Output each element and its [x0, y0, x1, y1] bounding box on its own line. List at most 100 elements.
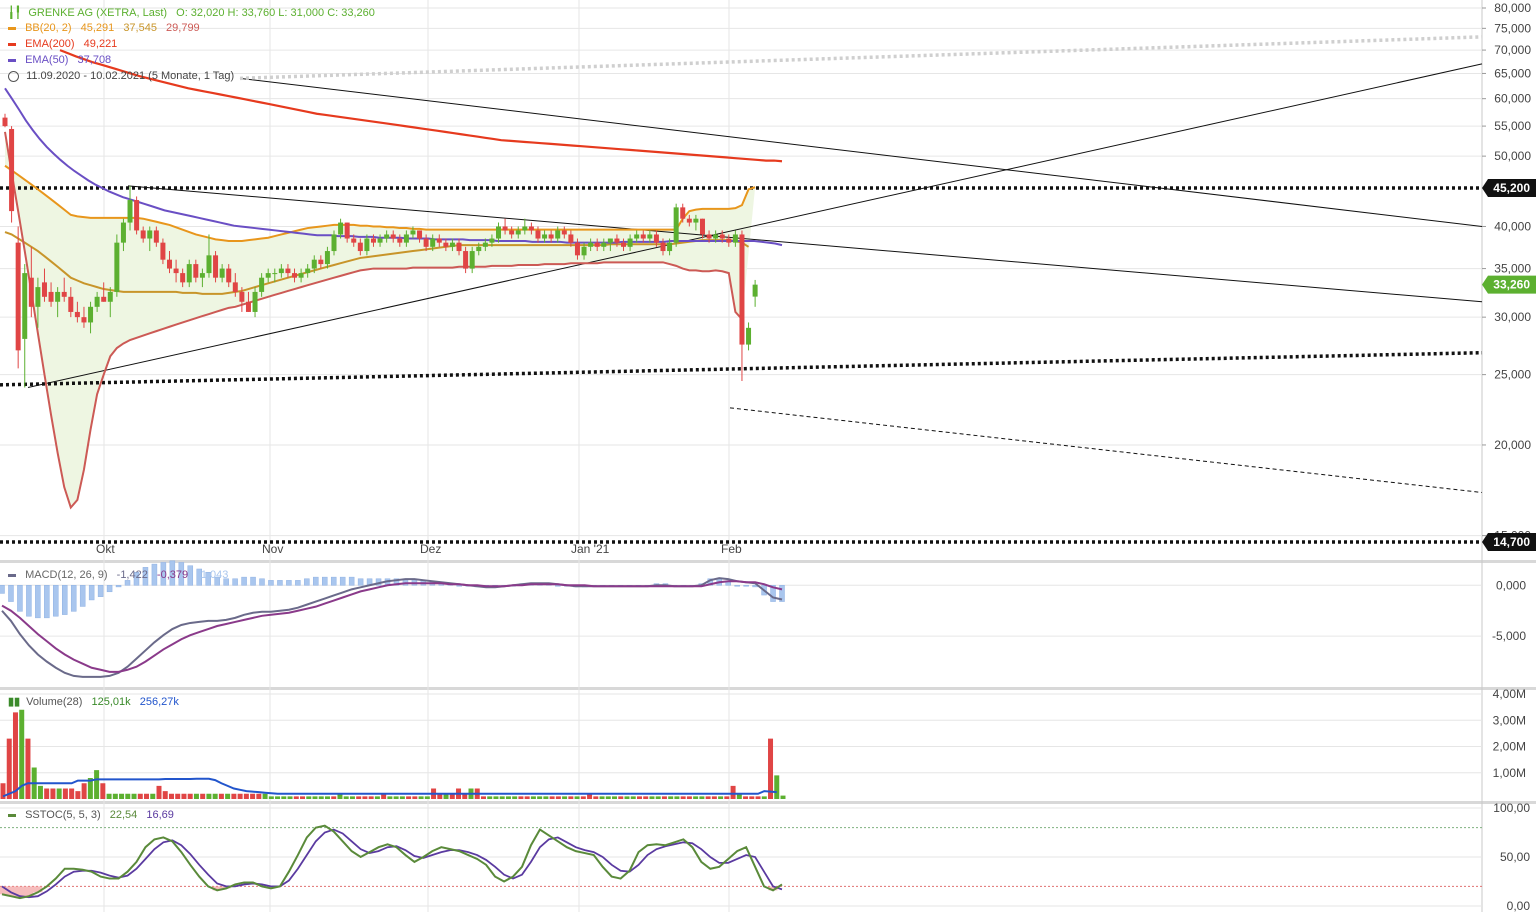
instrument-title: GRENKE AG (XETRA, Last)	[28, 7, 168, 19]
candle-body	[370, 238, 376, 243]
price-tick-label: 65,000	[1494, 66, 1531, 80]
volume-bar	[281, 796, 287, 799]
candle-body	[384, 234, 390, 239]
macd-value-3: -1,043	[197, 569, 229, 581]
panel-separator	[0, 560, 1536, 563]
chart-area[interactable]: Okt Nov Dez Jan '21 Feb 80,000 75,000 70,000 65,…	[0, 0, 1536, 913]
candle-body	[219, 268, 225, 278]
candle-body	[94, 296, 100, 307]
volume-bar	[12, 712, 18, 799]
candle-body	[357, 242, 363, 252]
macd-histogram-bar	[62, 585, 68, 615]
macd-tick-label: -5,000	[1492, 629, 1526, 643]
candle-body	[489, 238, 495, 243]
ema50-legend[interactable]: EMA(50) 37,708	[8, 54, 111, 66]
volume-bar	[674, 796, 680, 799]
price-tick-label: 25,000	[1494, 368, 1531, 382]
candle-body	[496, 226, 501, 239]
candle-body	[311, 259, 317, 269]
stoch-label: SSTOC(5, 5, 3)	[25, 809, 101, 821]
volume-bar	[505, 796, 511, 799]
candle-body	[74, 311, 80, 318]
volume-bar	[318, 796, 324, 799]
price-tick-label: 55,000	[1494, 119, 1531, 133]
candle-body	[634, 234, 640, 239]
candle-body	[430, 238, 436, 247]
volume-bar	[368, 796, 374, 799]
volume-bar	[324, 796, 330, 799]
candle-body	[574, 242, 580, 256]
macd-histogram-bar	[725, 581, 731, 586]
volume-bar	[306, 796, 312, 799]
candle-body	[752, 284, 758, 297]
volume-bar	[37, 785, 43, 799]
macd-legend[interactable]: MACD(12, 26, 9) -1,422 -0,379 -1,043	[8, 569, 228, 581]
volume-bar	[605, 796, 611, 799]
volume-bar	[187, 793, 193, 799]
macd-value-2: -0,379	[156, 569, 189, 581]
macd-histogram-bar	[259, 578, 265, 586]
candle-body	[410, 230, 416, 235]
volume-bar	[755, 796, 761, 799]
x-tick-label: Okt	[96, 542, 115, 556]
price-tick-label: 70,000	[1494, 43, 1531, 57]
macd-histogram-bar	[35, 585, 41, 619]
range-legend[interactable]: 11.09.2020 - 10.02.2021 (5 Monate, 1 Tag…	[8, 70, 234, 82]
ema200-legend[interactable]: EMA(200) 49,221	[8, 38, 117, 50]
volume-bar	[62, 788, 68, 799]
volume-bar	[250, 793, 256, 799]
candle-body	[199, 273, 205, 278]
candle-body	[338, 222, 344, 235]
candle-body	[285, 268, 291, 274]
stoch-legend[interactable]: SSTOC(5, 5, 3) 22,54 16,69	[8, 809, 174, 821]
macd-histogram-bar	[26, 585, 32, 617]
candle-body	[114, 242, 120, 292]
candle-body	[647, 234, 653, 239]
candle-body	[265, 273, 271, 278]
candle-body	[193, 264, 199, 278]
volume-bar	[530, 796, 536, 799]
volume-bar	[562, 796, 568, 799]
chart-svg[interactable]: Okt Nov Dez Jan '21 Feb 80,000 75,000 70,000 65,…	[0, 0, 1536, 913]
candle-body	[390, 234, 396, 239]
candle-body	[55, 291, 61, 302]
volume-bar	[106, 793, 112, 799]
candle-body	[667, 242, 673, 252]
volume-bar	[243, 793, 249, 799]
bb-swatch-icon	[8, 26, 16, 30]
bb-legend[interactable]: BB(20, 2) 45,291 37,545 29,799	[8, 22, 200, 34]
macd-swatch-icon	[8, 573, 16, 577]
volume-bar	[193, 793, 199, 799]
volume-legend[interactable]: ▮▮ Volume(28) 125,01k 256,27k	[8, 695, 179, 708]
volume-bar	[387, 796, 393, 799]
price-tick-label: 75,000	[1494, 21, 1531, 35]
candle-body	[594, 242, 600, 247]
candle-body	[278, 268, 284, 274]
candle-body	[522, 226, 528, 231]
volume-bar	[81, 783, 87, 799]
chart-type-icon: ╽╿	[8, 7, 22, 19]
candle-body	[660, 242, 666, 252]
volume-label: Volume(28)	[26, 696, 83, 708]
volume-bar	[686, 796, 692, 799]
candle-body	[35, 287, 41, 307]
volume-bar	[393, 796, 399, 799]
candle-body	[732, 234, 738, 243]
volume-bar	[268, 796, 274, 799]
candle-body	[344, 222, 350, 239]
volume-bar	[44, 788, 50, 799]
candle-body	[699, 218, 705, 235]
volume-bar	[131, 793, 137, 799]
candle-body	[324, 251, 330, 265]
volume-bar	[730, 785, 736, 799]
volume-bar	[643, 796, 649, 799]
volume-bar	[699, 796, 705, 799]
candle-body	[245, 301, 251, 312]
candle-body	[601, 242, 607, 247]
price-tick-label: 35,000	[1494, 262, 1531, 276]
volume-bar	[293, 796, 299, 799]
candle-body	[153, 230, 159, 243]
volume-bar	[300, 796, 306, 799]
candle-body	[364, 238, 370, 252]
candle-body	[68, 296, 74, 312]
